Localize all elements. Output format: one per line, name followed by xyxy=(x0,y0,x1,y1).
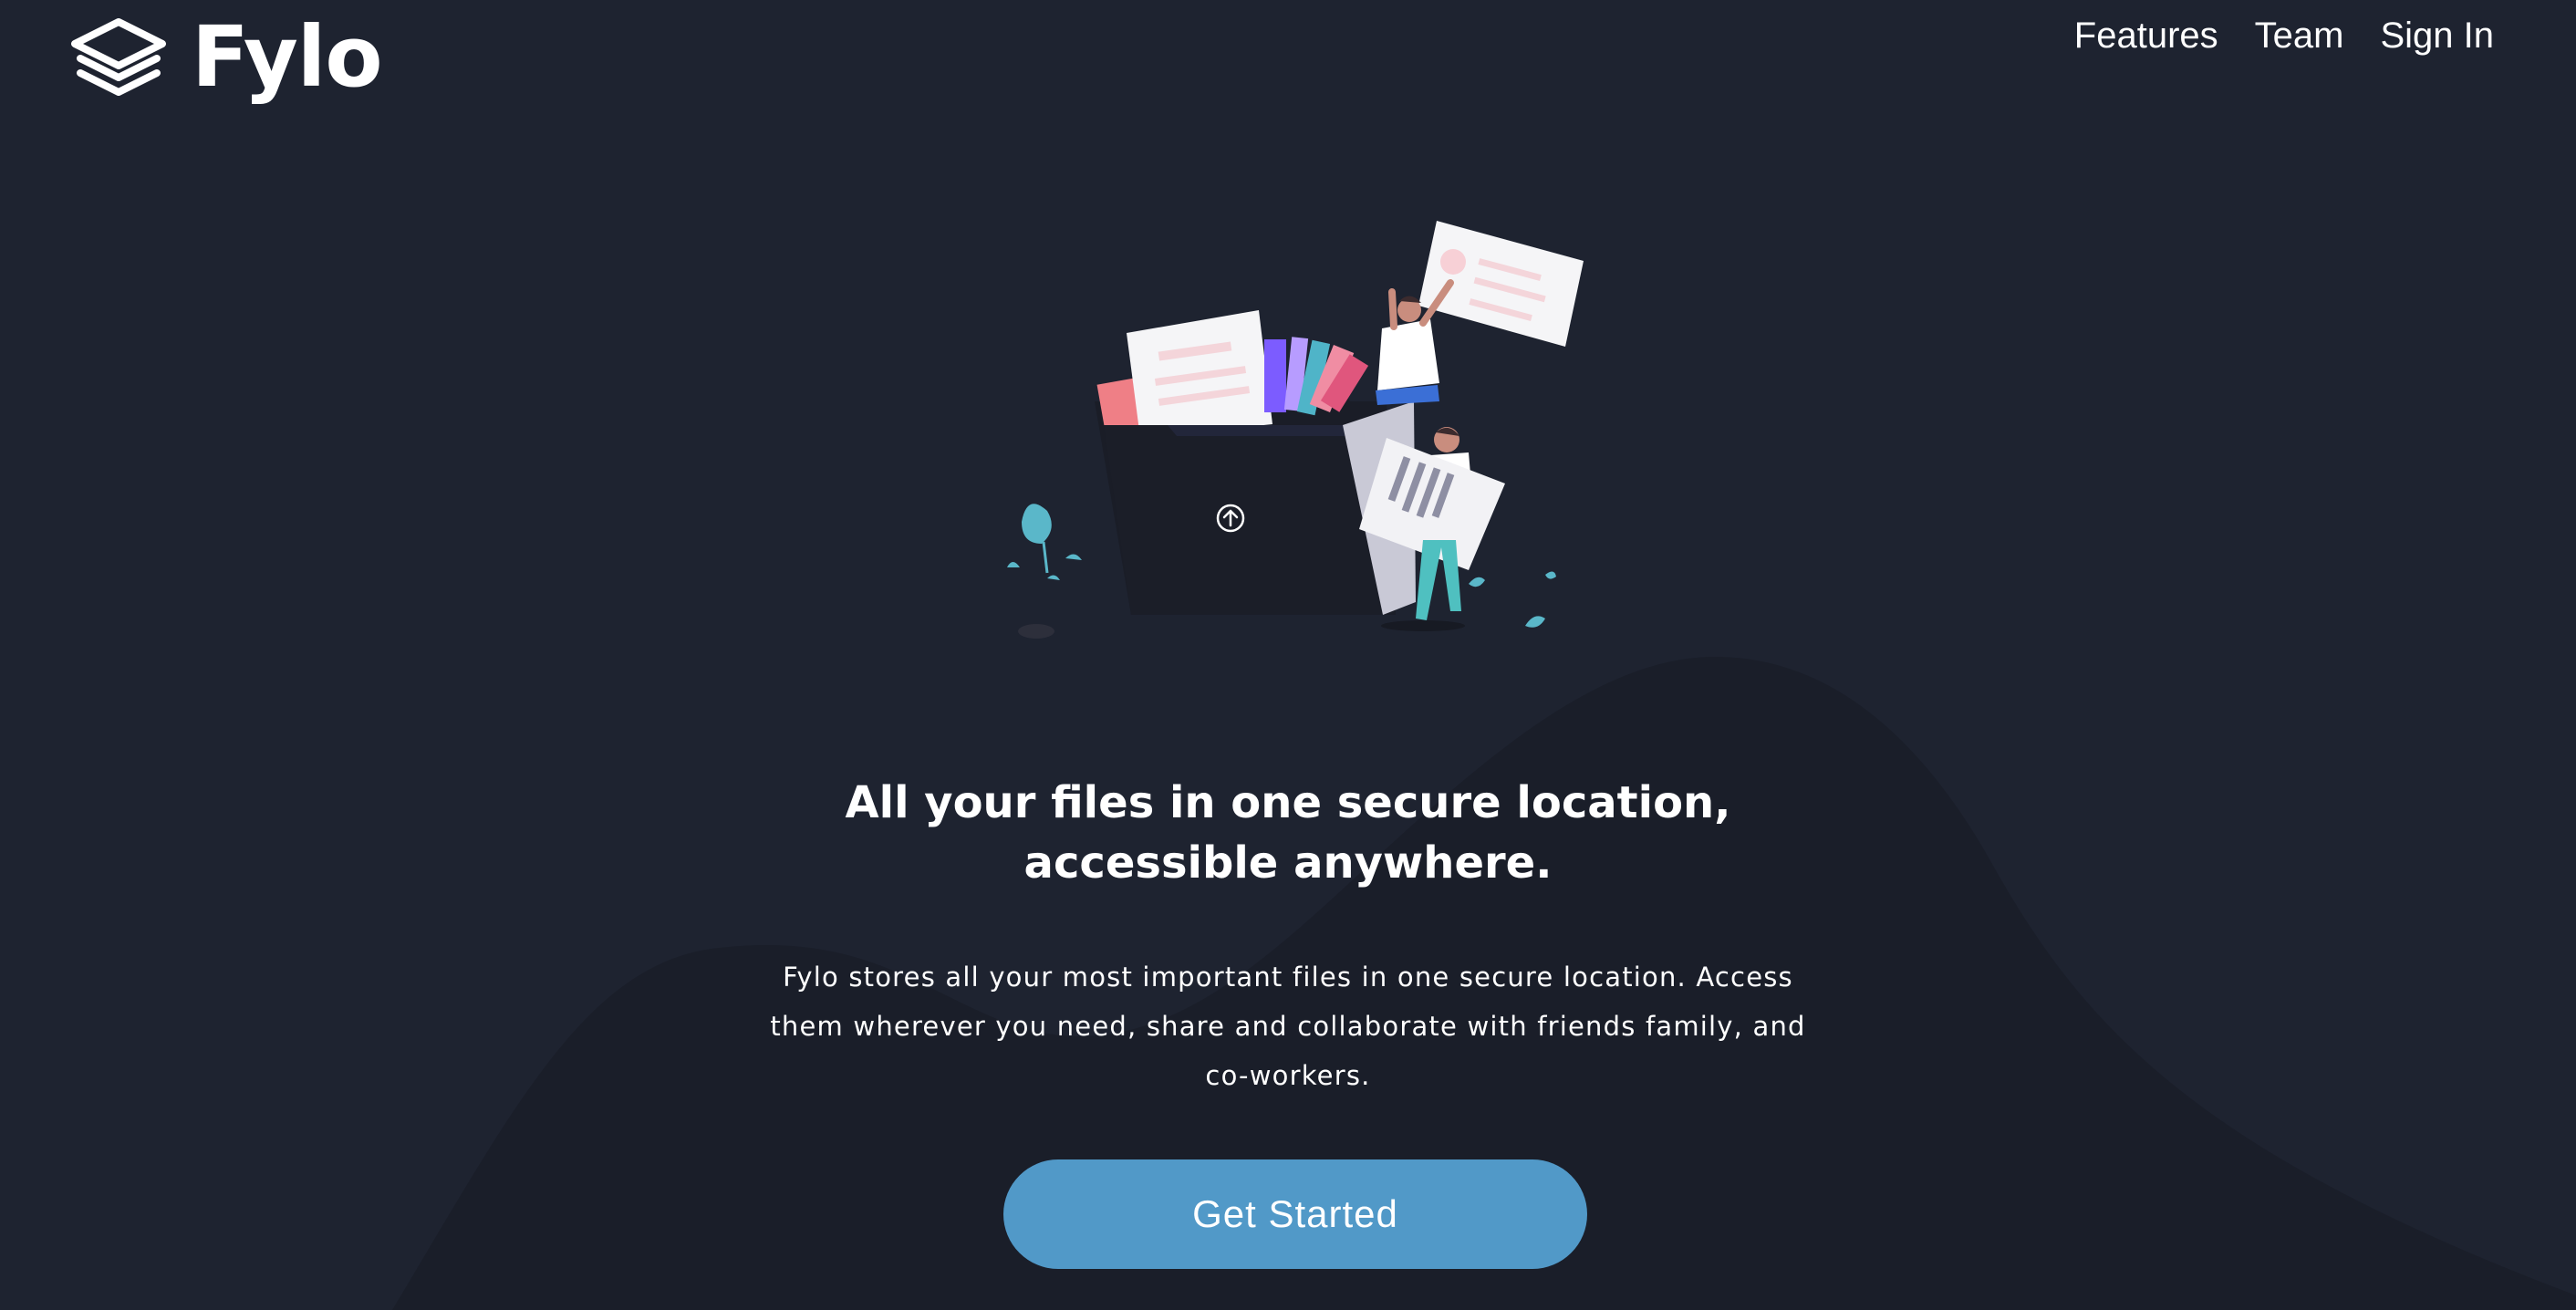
nav-link-sign-in[interactable]: Sign In xyxy=(2380,17,2494,54)
nav-link-team[interactable]: Team xyxy=(2255,17,2344,54)
nav-link-features[interactable]: Features xyxy=(2074,17,2218,54)
brand-logo[interactable]: Fylo xyxy=(68,7,383,108)
hero-headline-line-1: All your files in one secure location, xyxy=(845,777,1731,829)
site-header: Fylo Features Team Sign In xyxy=(0,0,2576,137)
layers-logo-icon xyxy=(71,18,166,96)
main-nav: Features Team Sign In xyxy=(2074,11,2494,60)
get-started-button[interactable]: Get Started xyxy=(1003,1159,1587,1269)
brand-name: Fylo xyxy=(192,8,383,106)
hero-headline-line-2: accessible anywhere. xyxy=(1023,837,1553,889)
file-sharing-illustration xyxy=(1007,221,1584,639)
hero-description: Fylo stores all your most important file… xyxy=(770,962,1806,1091)
hero-headline: All your files in one secure location, a… xyxy=(0,773,2576,893)
